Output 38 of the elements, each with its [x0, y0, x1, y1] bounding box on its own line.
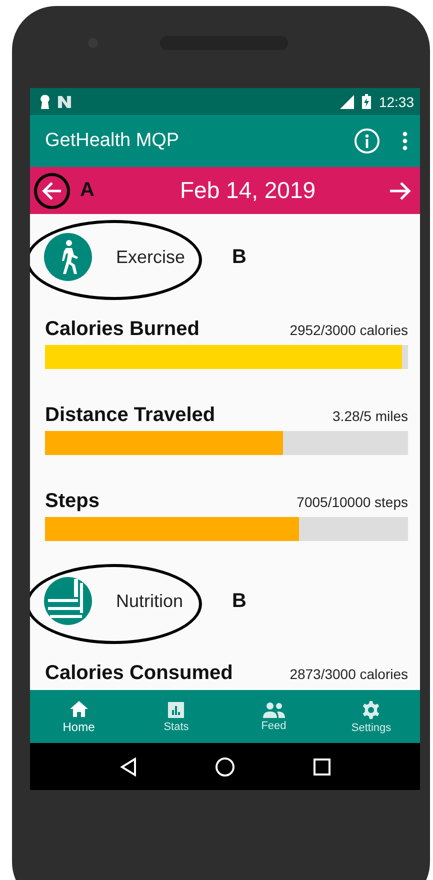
battery-icon — [362, 94, 371, 109]
home-icon — [68, 700, 89, 718]
status-time: 12:33 — [378, 94, 414, 110]
recents-square-icon[interactable] — [313, 758, 331, 776]
stat-reading: 7005/10000 steps — [296, 494, 408, 510]
stat-title: Steps — [45, 490, 100, 513]
signal-icon — [338, 94, 354, 108]
food-tray-icon — [44, 577, 92, 625]
n-logo-icon — [58, 96, 71, 108]
info-icon[interactable] — [354, 128, 380, 154]
nav-tab[interactable]: Home — [30, 690, 128, 743]
stat-reading: 2873/3000 calories — [290, 666, 408, 682]
nav-tab[interactable]: Stats — [128, 690, 225, 743]
back-icon[interactable] — [119, 756, 137, 776]
nav-tab[interactable]: Settings — [322, 690, 420, 743]
section-title: Exercise — [116, 246, 186, 268]
stat-reading: 3.28/5 miles — [332, 408, 408, 424]
nav-tab[interactable]: Feed — [225, 690, 322, 743]
annotation-label: B — [232, 590, 246, 612]
bar-chart-icon — [167, 700, 186, 718]
annotation-label: B — [232, 246, 246, 268]
home-circle-icon[interactable] — [215, 756, 235, 776]
more-menu-icon[interactable] — [402, 131, 408, 151]
next-day-arrow-icon[interactable] — [388, 180, 412, 202]
stat-title: Distance Traveled — [45, 404, 216, 427]
section-title: Nutrition — [116, 590, 184, 612]
stat-title: Calories Burned — [45, 318, 200, 341]
stat-title: Calories Consumed — [45, 662, 233, 685]
left-arrow-icon — [41, 180, 63, 202]
annotation-label: A — [80, 179, 96, 202]
date-label: Feb 14, 2019 — [179, 177, 317, 204]
previous-day-button[interactable] — [34, 172, 70, 208]
people-icon — [262, 702, 286, 718]
settings-icon — [361, 700, 382, 720]
stat-reading: 2952/3000 calories — [290, 322, 408, 338]
app-title: GetHealth MQP — [45, 130, 180, 152]
keyhole-icon — [40, 94, 50, 108]
walking-person-icon — [44, 233, 92, 281]
